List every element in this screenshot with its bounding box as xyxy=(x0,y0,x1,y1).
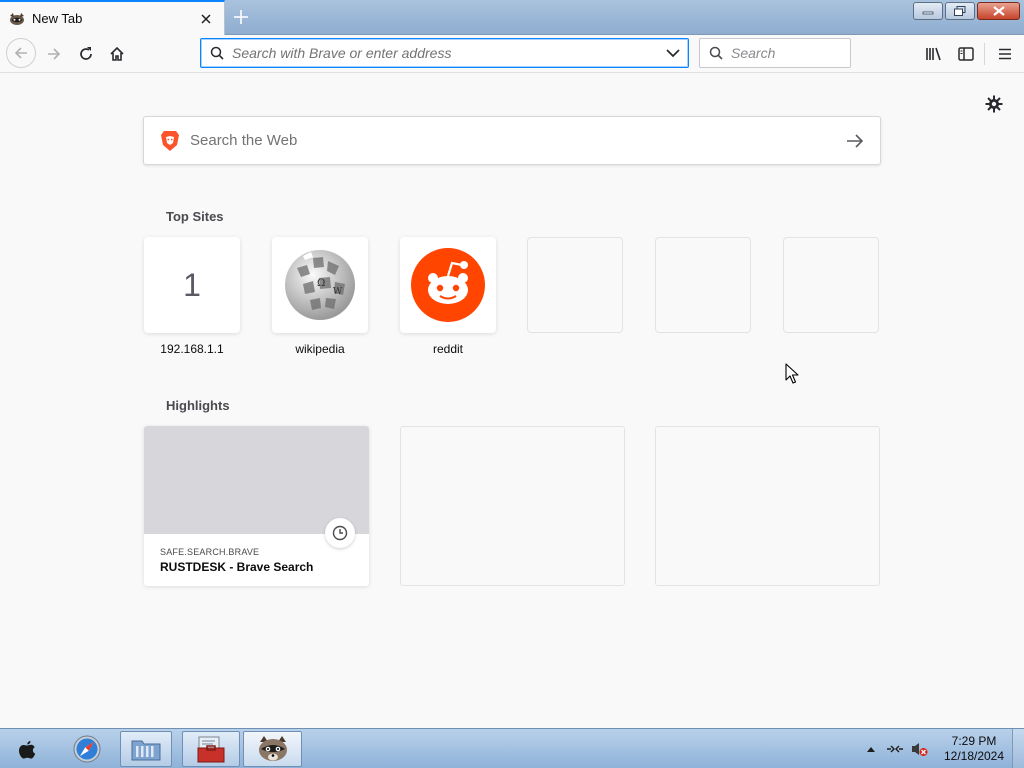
restore-button[interactable] xyxy=(945,2,975,20)
restore-icon xyxy=(954,6,966,16)
reload-icon xyxy=(80,47,92,60)
svg-text:W: W xyxy=(333,287,343,297)
system-tray xyxy=(866,729,928,768)
minimize-button[interactable] xyxy=(913,2,943,20)
top-site-empty-slot[interactable] xyxy=(783,237,879,333)
network-icon[interactable] xyxy=(886,742,904,756)
volume-muted-icon[interactable] xyxy=(910,741,928,757)
highlight-hostname: SAFE.SEARCH.BRAVE xyxy=(160,547,260,557)
top-site-label: 192.168.1.1 xyxy=(160,342,224,356)
chevron-down-icon[interactable] xyxy=(666,48,680,58)
top-site-tile[interactable]: 1 xyxy=(144,237,240,333)
clock-icon xyxy=(325,518,355,548)
close-window-icon xyxy=(992,6,1005,16)
new-tab-button[interactable] xyxy=(230,6,252,28)
sidebar-toggle-button[interactable] xyxy=(952,40,980,68)
top-site-placeholder[interactable] xyxy=(527,237,623,333)
top-site-label: wikipedia xyxy=(295,342,345,356)
clock-time: 7:29 PM xyxy=(951,734,997,748)
raccoon-favicon-icon xyxy=(10,12,24,25)
highlight-card[interactable]: SAFE.SEARCH.BRAVE RUSTDESK - Brave Searc… xyxy=(144,426,369,586)
raccoon-icon xyxy=(258,736,287,761)
reload-button[interactable] xyxy=(72,40,100,68)
tab-new-tab[interactable]: New Tab xyxy=(0,0,225,35)
taskbar-file-manager[interactable] xyxy=(120,731,172,767)
taskbar-toolbox[interactable] xyxy=(182,731,240,767)
taskbar-clock[interactable]: 7:29 PM 12/18/2024 xyxy=(940,734,1008,764)
top-site-empty-slot[interactable] xyxy=(655,237,751,333)
search-icon xyxy=(210,46,224,60)
minimize-icon xyxy=(922,11,934,15)
arrow-right-icon[interactable] xyxy=(846,133,864,148)
home-button[interactable] xyxy=(103,40,131,68)
top-site-empty-slot[interactable] xyxy=(527,237,623,333)
forward-button[interactable] xyxy=(40,40,68,68)
tab-title: New Tab xyxy=(32,11,83,26)
apple-logo-icon xyxy=(19,741,36,759)
wikipedia-globe-icon: Ω W xyxy=(285,250,355,320)
top-site-placeholder[interactable] xyxy=(655,237,751,333)
mouse-cursor-icon xyxy=(785,363,799,384)
safari-compass-icon xyxy=(73,735,101,763)
forward-arrow-icon xyxy=(48,48,61,60)
top-site-tile[interactable]: Ω W xyxy=(272,237,368,333)
search-icon xyxy=(709,46,723,60)
search-bar-placeholder: Search xyxy=(731,45,776,61)
close-tab-icon[interactable] xyxy=(199,12,213,26)
gear-icon[interactable] xyxy=(985,95,1003,113)
close-window-button[interactable] xyxy=(977,2,1020,20)
highlight-empty-slot xyxy=(655,426,880,586)
sidebar-icon xyxy=(958,47,974,61)
top-site-192-168-1-1[interactable]: 1 192.168.1.1 xyxy=(144,237,240,356)
highlights-heading: Highlights xyxy=(166,398,230,413)
show-desktop-button[interactable] xyxy=(1012,729,1024,768)
library-button[interactable] xyxy=(920,40,948,68)
hamburger-menu-icon xyxy=(999,48,1011,60)
clock-date: 12/18/2024 xyxy=(943,749,1005,763)
top-site-wikipedia[interactable]: Ω W wikipedia xyxy=(272,237,368,356)
toolbar-divider xyxy=(984,43,985,65)
highlight-title: RUSTDESK - Brave Search xyxy=(160,560,314,574)
web-search-box[interactable]: Search the Web xyxy=(143,116,881,165)
tab-strip: New Tab xyxy=(0,0,1024,35)
menu-button[interactable] xyxy=(991,40,1019,68)
site-letter: 1 xyxy=(183,266,201,303)
tray-expand-icon[interactable] xyxy=(866,745,876,753)
top-site-label: reddit xyxy=(432,342,464,356)
window-controls xyxy=(911,2,1020,20)
taskbar-brave-browser[interactable] xyxy=(243,731,302,767)
address-bar-placeholder: Search with Brave or enter address xyxy=(232,45,452,61)
top-site-tile[interactable] xyxy=(400,237,496,333)
toolbox-icon xyxy=(197,736,225,763)
search-bar[interactable]: Search xyxy=(699,38,851,68)
plus-icon xyxy=(234,10,248,24)
top-site-placeholder[interactable] xyxy=(783,237,879,333)
reddit-icon xyxy=(411,248,485,322)
library-icon xyxy=(926,47,941,61)
highlight-empty-slot xyxy=(400,426,625,586)
top-sites-heading: Top Sites xyxy=(166,209,224,224)
web-search-placeholder: Search the Web xyxy=(190,132,298,149)
top-site-reddit[interactable]: reddit xyxy=(400,237,496,356)
back-arrow-icon xyxy=(14,47,27,59)
home-icon xyxy=(110,46,124,61)
address-bar[interactable]: Search with Brave or enter address xyxy=(200,38,689,68)
brave-lion-icon xyxy=(161,130,179,151)
taskbar-safari[interactable] xyxy=(68,731,106,767)
folder-icon xyxy=(131,740,161,761)
svg-text:Ω: Ω xyxy=(317,278,325,289)
taskbar: 7:29 PM 12/18/2024 xyxy=(0,728,1024,768)
back-button[interactable] xyxy=(6,38,36,68)
start-button[interactable] xyxy=(10,731,44,767)
navigation-toolbar: Search with Brave or enter address Searc… xyxy=(0,35,1024,73)
